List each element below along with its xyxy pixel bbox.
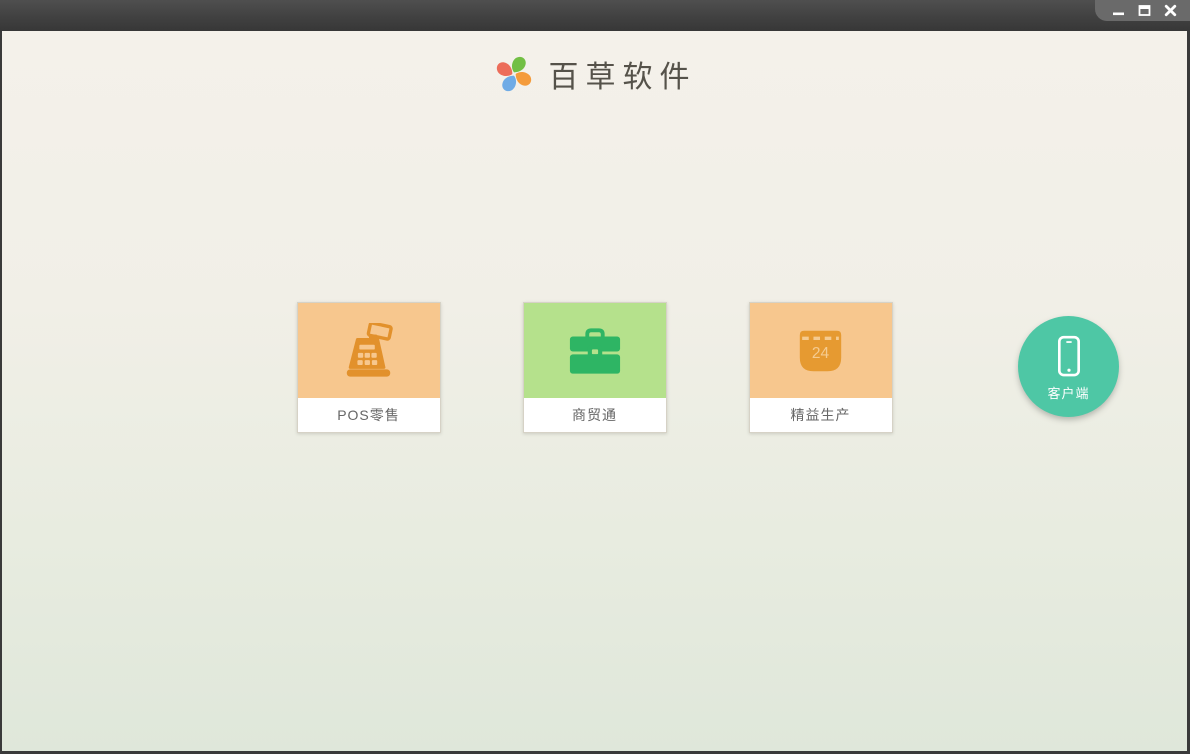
window-controls bbox=[1095, 0, 1190, 21]
main-area: 百草软件 POS零售 商贸通 24 精益生产 客户端 bbox=[2, 31, 1187, 751]
title-bar[interactable] bbox=[0, 0, 1190, 31]
minimize-icon bbox=[1113, 12, 1124, 16]
app-window: 百草软件 POS零售 商贸通 24 精益生产 客户端 bbox=[0, 0, 1190, 754]
product-card-pos[interactable]: POS零售 bbox=[296, 302, 441, 433]
close-button[interactable] bbox=[1160, 2, 1181, 19]
product-label-trade: 商贸通 bbox=[572, 407, 617, 423]
pos-tile bbox=[297, 303, 440, 398]
product-cards: POS零售 商贸通 24 精益生产 bbox=[2, 302, 1187, 433]
product-label-lean: 精益生产 bbox=[790, 407, 851, 423]
lean-tile: 24 bbox=[749, 303, 892, 398]
client-button[interactable]: 客户端 bbox=[1018, 316, 1119, 417]
trade-tile bbox=[523, 303, 666, 398]
calendar-icon: 24 bbox=[799, 330, 842, 371]
product-label-pos: POS零售 bbox=[337, 407, 400, 423]
maximize-button[interactable] bbox=[1134, 2, 1155, 19]
page-title: 百草软件 bbox=[548, 60, 697, 95]
smartphone-icon bbox=[1057, 335, 1080, 377]
pinwheel-logo bbox=[496, 56, 531, 92]
maximize-icon bbox=[1138, 5, 1151, 16]
calendar-day-number: 24 bbox=[812, 345, 830, 362]
product-card-trade[interactable]: 商贸通 bbox=[522, 302, 667, 433]
cash-register-icon bbox=[346, 322, 393, 377]
briefcase-icon bbox=[569, 327, 620, 374]
minimize-button[interactable] bbox=[1108, 2, 1129, 19]
close-icon bbox=[1164, 4, 1177, 17]
product-card-lean[interactable]: 24 精益生产 bbox=[748, 302, 893, 433]
client-label: 客户端 bbox=[1047, 386, 1090, 401]
app-header: 百草软件 bbox=[2, 31, 1187, 96]
